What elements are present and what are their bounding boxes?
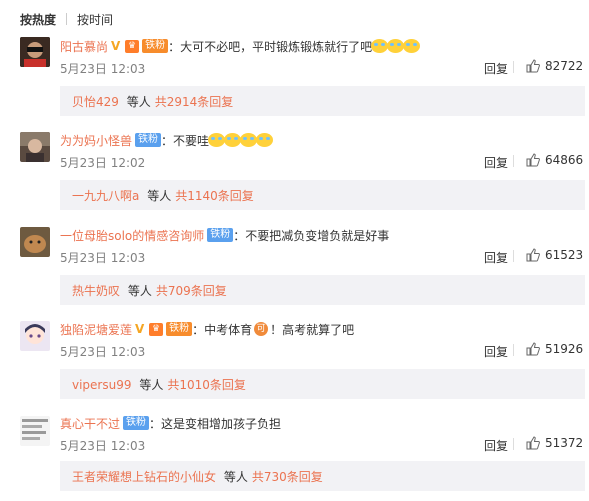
laugh-cry-emoji-icon (240, 133, 258, 147)
username[interactable]: 独陷泥塘爱莲 (60, 321, 132, 338)
comment-date: 5月23日 12:02 (60, 156, 146, 170)
like-button[interactable]: 51926 (526, 341, 583, 357)
reply-users[interactable]: 贝怡429 (72, 95, 119, 109)
thumb-up-icon (526, 153, 540, 167)
view-replies-link[interactable]: 共709条回复 (156, 284, 227, 298)
laugh-cry-emoji-icon (256, 133, 274, 147)
sort-by-hot[interactable]: 按热度 (20, 11, 56, 28)
reply-users[interactable]: 一九九八啊a (72, 189, 139, 203)
replies-preview: vipersu99 等人 共1010条回复 (60, 369, 585, 399)
laugh-cry-emoji-icon (224, 133, 242, 147)
laugh-cry-emoji-icon (387, 39, 405, 53)
laugh-cry-emoji-icon (208, 133, 226, 147)
like-count: 61523 (545, 248, 584, 262)
comment-item: 为为妈小怪兽 铁粉 ： 不要哇 5月23日 12:02 回复 64866 一九九… (0, 127, 589, 217)
fan-badge[interactable]: 铁粉 (135, 133, 162, 147)
view-replies-link[interactable]: 共1140条回复 (175, 189, 254, 203)
like-count: 82722 (545, 59, 584, 73)
username[interactable]: 一位母胎solo的情感咨询师 (60, 227, 204, 244)
action-divider (513, 250, 514, 262)
comment-text: ！高考就算了吧 (270, 322, 355, 337)
comment-date: 5月23日 12:03 (60, 439, 146, 453)
username[interactable]: 真心干不过 (60, 415, 120, 432)
avatar[interactable] (20, 227, 50, 257)
reply-button[interactable]: 回复 (484, 437, 508, 454)
comment-text: 大可不必吧，平时锻炼锻炼就行了吧 (180, 39, 373, 54)
comment-date: 5月23日 12:03 (60, 345, 146, 359)
reply-users[interactable]: 热牛奶叹 (72, 284, 120, 298)
comment-header: 阳古慕尚 V ♛ 铁粉 ： 大可不必吧，平时锻炼锻炼就行了吧 (60, 37, 421, 55)
comment-item: 一位母胎solo的情感咨询师 铁粉 ： 不要把减负变增负就是好事 5月23日 1… (0, 222, 589, 312)
comment-header: 独陷泥塘爱莲 V ♛ 铁粉 ： 中考体育 可 ！高考就算了吧 (60, 321, 355, 338)
sort-divider (66, 13, 68, 25)
thumb-up-icon (526, 436, 540, 450)
comment-text: 不要把减负变增负就是好事 (245, 228, 390, 243)
action-divider (513, 438, 514, 450)
vip-crown-icon: ♛ (149, 322, 164, 336)
comment-date: 5月23日 12:03 (60, 62, 146, 76)
thumb-up-icon (526, 59, 540, 73)
replies-preview: 热牛奶叹 等人 共709条回复 (60, 275, 585, 305)
reply-button[interactable]: 回复 (484, 343, 508, 360)
reply-button[interactable]: 回复 (484, 154, 508, 171)
like-count: 51372 (545, 436, 584, 450)
fan-badge[interactable]: 铁粉 (166, 322, 193, 336)
reply-button[interactable]: 回复 (484, 249, 508, 266)
action-divider (513, 344, 514, 356)
vip-crown-icon: ♛ (125, 39, 140, 53)
thumb-up-icon (526, 342, 540, 356)
comment-text: 这是变相增加孩子负担 (161, 416, 282, 431)
ke-emoji-icon: 可 (254, 322, 269, 336)
laugh-cry-emoji-icon (371, 39, 389, 53)
like-count: 51926 (545, 342, 584, 356)
avatar[interactable] (20, 416, 50, 446)
comment-text: 不要哇 (173, 133, 210, 148)
comment-header: 为为妈小怪兽 铁粉 ： 不要哇 (60, 131, 274, 149)
comment-item: 独陷泥塘爱莲 V ♛ 铁粉 ： 中考体育 可 ！高考就算了吧 5月23日 12:… (0, 316, 589, 406)
reply-users[interactable]: 王者荣耀想上钻石的小仙女 (72, 470, 216, 484)
comment-text: 中考体育 (204, 322, 253, 337)
avatar[interactable] (20, 132, 50, 162)
replies-preview: 王者荣耀想上钻石的小仙女 等人 共730条回复 (60, 461, 585, 491)
fan-badge[interactable]: 铁粉 (123, 416, 150, 430)
reply-users[interactable]: vipersu99 (72, 378, 132, 392)
comment-item: 阳古慕尚 V ♛ 铁粉 ： 大可不必吧，平时锻炼锻炼就行了吧 5月23日 12:… (0, 33, 589, 123)
like-button[interactable]: 61523 (526, 247, 583, 263)
like-count: 64866 (545, 153, 584, 167)
comment-header: 真心干不过 铁粉 ： 这是变相增加孩子负担 (60, 415, 282, 432)
sort-by-time[interactable]: 按时间 (77, 11, 113, 28)
verified-v-icon: V (135, 322, 145, 336)
username[interactable]: 阳古慕尚 (60, 38, 108, 55)
avatar[interactable] (20, 37, 50, 67)
like-button[interactable]: 82722 (526, 58, 583, 74)
username[interactable]: 为为妈小怪兽 (60, 132, 132, 149)
view-replies-link[interactable]: 共1010条回复 (167, 378, 246, 392)
replies-preview: 贝怡429 等人 共2914条回复 (60, 86, 585, 116)
fan-badge[interactable]: 铁粉 (142, 39, 169, 53)
replies-preview: 一九九八啊a 等人 共1140条回复 (60, 180, 585, 210)
comment-item: 真心干不过 铁粉 ： 这是变相增加孩子负担 5月23日 12:03 回复 513… (0, 410, 589, 500)
view-replies-link[interactable]: 共2914条回复 (155, 95, 234, 109)
like-button[interactable]: 51372 (526, 435, 583, 451)
view-replies-link[interactable]: 共730条回复 (252, 470, 323, 484)
action-divider (513, 155, 514, 167)
comment-header: 一位母胎solo的情感咨询师 铁粉 ： 不要把减负变增负就是好事 (60, 227, 390, 244)
comment-date: 5月23日 12:03 (60, 251, 146, 265)
verified-v-icon: V (111, 39, 121, 53)
fan-badge[interactable]: 铁粉 (207, 228, 234, 242)
thumb-up-icon (526, 248, 540, 262)
sort-bar: 按热度 按时间 (20, 8, 113, 30)
reply-button[interactable]: 回复 (484, 60, 508, 77)
like-button[interactable]: 64866 (526, 152, 583, 168)
avatar[interactable] (20, 321, 50, 351)
laugh-cry-emoji-icon (403, 39, 421, 53)
action-divider (513, 61, 514, 73)
